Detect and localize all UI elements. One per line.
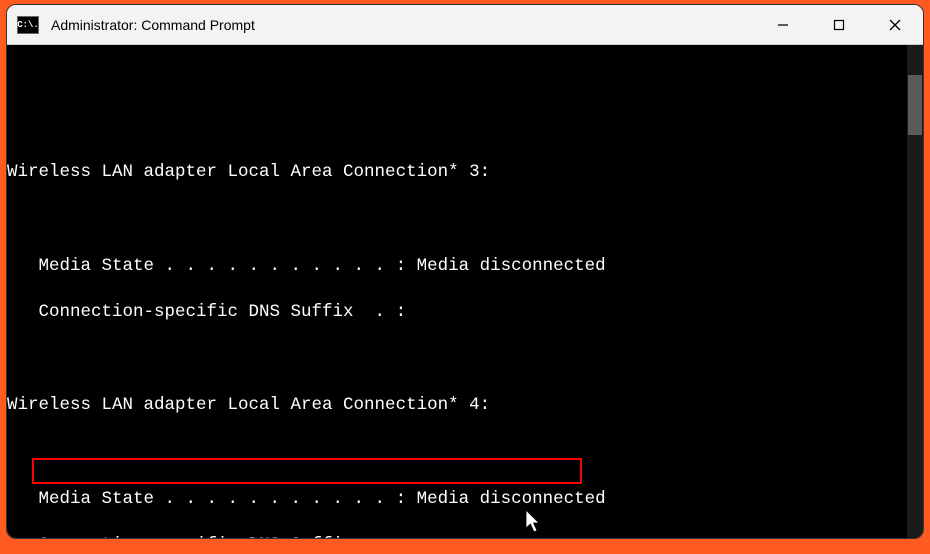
command-prompt-window: C:\. Administrator: Command Prompt Wirel… [6,4,924,539]
blank-line [7,208,923,231]
terminal-content: Wireless LAN adapter Local Area Connecti… [7,92,923,538]
cmd-icon: C:\. [17,16,39,34]
maximize-icon [833,19,845,31]
titlebar[interactable]: C:\. Administrator: Command Prompt [7,5,923,45]
close-button[interactable] [867,5,923,44]
maximize-button[interactable] [811,5,867,44]
dns-suffix-line: Connection-specific DNS Suffix . : [7,534,923,538]
window-title: Administrator: Command Prompt [51,17,755,33]
minimize-icon [777,19,789,31]
adapter-header: Wireless LAN adapter Local Area Connecti… [7,394,923,417]
media-state-line: Media State . . . . . . . . . . . : Medi… [7,255,923,278]
blank-line [7,348,923,371]
blank-line [7,115,923,138]
media-state-value: Media disconnected [417,489,606,509]
adapter-header: Wireless LAN adapter Local Area Connecti… [7,161,923,184]
minimize-button[interactable] [755,5,811,44]
media-state-value: Media disconnected [417,256,606,276]
scrollbar-track[interactable] [907,45,923,538]
terminal-area[interactable]: Wireless LAN adapter Local Area Connecti… [7,45,923,538]
window-controls [755,5,923,44]
scrollbar-thumb[interactable] [908,75,922,135]
dns-suffix-line: Connection-specific DNS Suffix . : [7,301,923,324]
close-icon [889,19,901,31]
media-state-line: Media State . . . . . . . . . . . : Medi… [7,488,923,511]
blank-line [7,441,923,464]
